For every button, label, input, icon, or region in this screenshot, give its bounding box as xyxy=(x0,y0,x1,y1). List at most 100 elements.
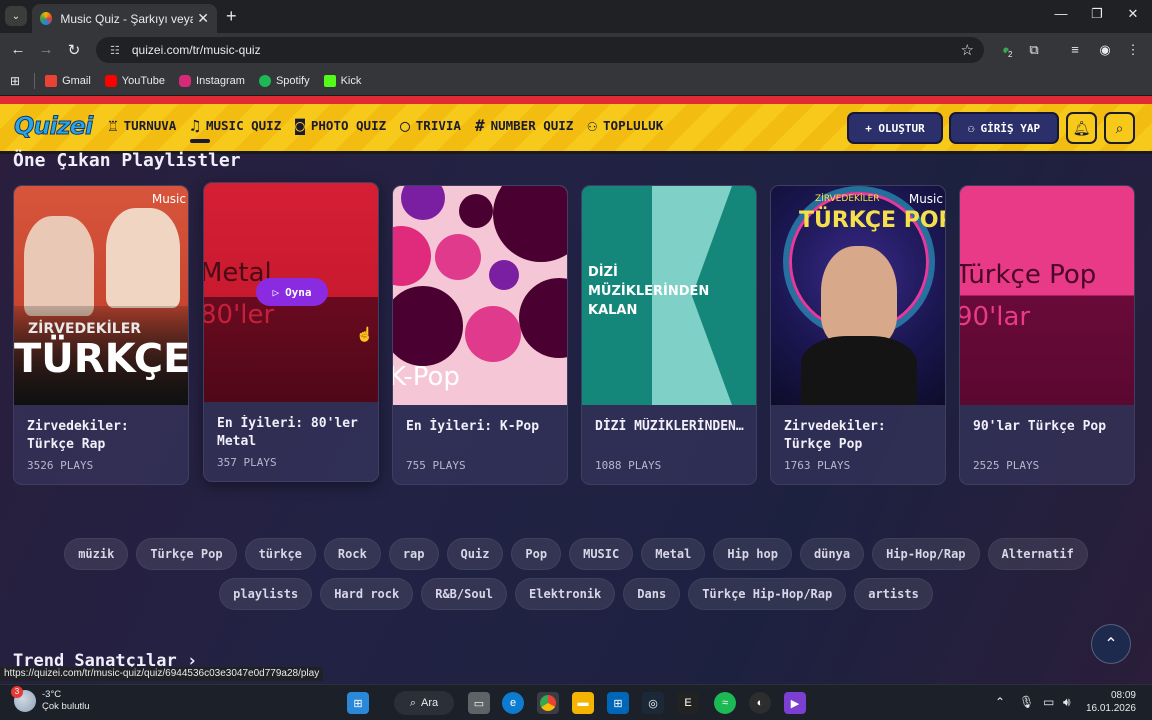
nav-turnuva[interactable]: ♖ TURNUVA xyxy=(108,116,176,135)
extensions-puzzle-icon[interactable]: ⧉ xyxy=(1025,42,1043,58)
app-icon[interactable]: ◐ xyxy=(749,692,771,714)
playlist-card[interactable]: Music ZİRVEDEKİLER TÜRKÇE POP Zirvedekil… xyxy=(770,185,946,485)
play-icon: ▷ xyxy=(272,285,280,299)
login-button[interactable]: ⚇ GİRİŞ YAP xyxy=(949,112,1059,144)
network-icon[interactable]: ▭ xyxy=(1043,695,1054,709)
extension-icon[interactable]: ● 2 xyxy=(997,42,1015,59)
url-text: quizei.com/tr/music-quiz xyxy=(131,43,261,57)
browser-toolbar: ← → ↻ ☷ quizei.com/tr/music-quiz ☆ ● 2 ⧉ … xyxy=(0,33,1152,67)
bookmark-label: Gmail xyxy=(62,75,91,87)
volume-icon[interactable]: 🔊︎ xyxy=(1063,695,1071,710)
tag-chip[interactable]: Türkçe Hip-Hop/Rap xyxy=(688,578,847,610)
playlist-card[interactable]: Türkçe Pop 90'lar 90'lar Türkçe Pop 2525… xyxy=(959,185,1135,485)
quizei-logo[interactable]: Quizei xyxy=(13,112,93,141)
browser-tab[interactable]: Music Quiz - Şarkıyı veya sanat ✕ xyxy=(32,4,217,33)
card-title: En İyileri: K-Pop xyxy=(406,419,540,434)
tag-chip[interactable]: Metal xyxy=(641,538,706,570)
tag-chip[interactable]: artists xyxy=(854,578,933,610)
epic-games-icon[interactable]: E xyxy=(677,692,699,714)
tag-chip[interactable]: playlists xyxy=(219,578,313,610)
nav-photo-quiz[interactable]: ◙ PHOTO QUIZ xyxy=(295,116,386,135)
video-editor-icon[interactable]: ▶ xyxy=(784,692,806,714)
spotify-icon[interactable]: ≈ xyxy=(714,692,736,714)
store-icon[interactable]: ⊞ xyxy=(607,692,629,714)
nav-trivia[interactable]: ◯ TRIVIA xyxy=(400,116,461,135)
minimize-button[interactable]: — xyxy=(1046,6,1076,21)
nav-topluluk[interactable]: ⚇ TOPLULUK xyxy=(587,116,663,135)
edge-icon[interactable]: e xyxy=(502,692,524,714)
bookmark-star-icon[interactable]: ☆ xyxy=(961,41,974,59)
artist-photo xyxy=(24,216,94,316)
tag-chip[interactable]: türkçe xyxy=(244,538,316,570)
card-plays: 2525 PLAYS xyxy=(973,459,1040,472)
bookmark-instagram[interactable]: Instagram xyxy=(179,75,245,87)
task-view-icon[interactable]: ▭ xyxy=(468,692,490,714)
tag-chip[interactable]: Hip hop xyxy=(713,538,792,570)
tag-chip[interactable]: Elektronik xyxy=(515,578,616,610)
tag-chip[interactable]: Hard rock xyxy=(320,578,414,610)
windows-start-icon[interactable]: ⊞ xyxy=(347,692,369,714)
taskbar-search[interactable]: ⌕ Ara xyxy=(394,691,454,715)
nav-music-quiz[interactable]: ♫ MUSIC QUIZ xyxy=(190,116,281,143)
back-button[interactable]: ← xyxy=(8,41,28,58)
file-explorer-icon[interactable]: ▬ xyxy=(572,692,594,714)
gmail-icon xyxy=(45,75,58,87)
tag-chip[interactable]: Türkçe Pop xyxy=(136,538,237,570)
cover-circle xyxy=(393,286,463,366)
close-window-button[interactable]: ✕ xyxy=(1118,6,1148,22)
microphone-icon[interactable]: 🎙︎ xyxy=(1019,695,1034,709)
tag-chip[interactable]: R&B/Soul xyxy=(421,578,508,610)
create-button[interactable]: + OLUŞTUR xyxy=(847,112,943,144)
site-info-icon[interactable]: ☷ xyxy=(110,44,120,57)
weather-widget[interactable]: 3 -3°C Çok bulutlu xyxy=(11,686,90,713)
forward-button[interactable]: → xyxy=(36,41,56,58)
tray-chevron-icon[interactable]: ⌃ xyxy=(995,695,1005,709)
tag-chip[interactable]: Pop xyxy=(511,538,562,570)
search-icon[interactable]: ⌕ xyxy=(1104,112,1135,144)
address-bar[interactable]: ☷ quizei.com/tr/music-quiz ☆ xyxy=(96,37,984,63)
chrome-icon[interactable] xyxy=(537,692,559,714)
play-button[interactable]: ▷ Oyna xyxy=(256,278,328,306)
tag-chip[interactable]: rap xyxy=(388,538,439,570)
bookmark-gmail[interactable]: Gmail xyxy=(45,75,91,87)
tag-chip[interactable]: MUSIC xyxy=(569,538,634,570)
bookmark-spotify[interactable]: Spotify xyxy=(258,75,310,87)
bookmark-youtube[interactable]: YouTube xyxy=(104,75,165,87)
tag-chip[interactable]: dünya xyxy=(799,538,865,570)
clock-date: 16.01.2026 xyxy=(1085,703,1136,714)
reload-button[interactable]: ↻ xyxy=(64,41,84,59)
tab-search-button[interactable]: ⌄ xyxy=(5,6,27,26)
playlist-card[interactable]: DİZİ MÜZİKLERİNDEN KALAN DİZİ MÜZİKLERİN… xyxy=(581,185,757,485)
media-control-icon[interactable]: ≡ xyxy=(1066,42,1084,57)
browser-menu-icon[interactable]: ⋮ xyxy=(1124,42,1142,58)
restore-button[interactable]: ❐ xyxy=(1082,6,1112,22)
playlist-cover: DİZİ MÜZİKLERİNDEN KALAN xyxy=(582,186,756,405)
apple-music-logo: Music xyxy=(908,192,943,206)
tag-chip[interactable]: Dans xyxy=(623,578,681,610)
steam-icon[interactable]: ◎ xyxy=(642,692,664,714)
profile-avatar-icon[interactable]: ◉ xyxy=(1096,42,1114,58)
card-title: Zirvedekiler: Türkçe Pop xyxy=(784,419,886,452)
tag-chip[interactable]: Hip-Hop/Rap xyxy=(872,538,980,570)
bookmark-kick[interactable]: Kick xyxy=(323,75,361,87)
tag-chip[interactable]: müzik xyxy=(64,538,129,570)
clock[interactable]: 08:09 16.01.2026 xyxy=(1086,689,1136,715)
tab-close-icon[interactable]: ✕ xyxy=(197,10,209,27)
search-label: Ara xyxy=(421,697,439,709)
apps-grid-icon[interactable]: ⊞ xyxy=(10,74,20,88)
tag-chip[interactable]: Alternatif xyxy=(987,538,1088,570)
scroll-to-top-button[interactable]: ⌃ xyxy=(1091,624,1131,664)
playlist-cover: Metal 80'ler ▷ Oyna xyxy=(204,183,378,402)
tag-chip[interactable]: Quiz xyxy=(446,538,504,570)
notifications-bell-icon[interactable]: 🔔︎ xyxy=(1066,112,1097,144)
nav-number-quiz[interactable]: # NUMBER QUIZ xyxy=(475,116,573,135)
tag-chip[interactable]: Rock xyxy=(323,538,381,570)
playlist-card[interactable]: Metal 80'ler ▷ Oyna En İyileri: 80'ler Me… xyxy=(203,182,379,482)
login-label: GİRİŞ YAP xyxy=(980,121,1041,135)
new-tab-button[interactable]: + xyxy=(226,6,237,27)
trophy-icon: ♖ xyxy=(108,116,118,135)
playlist-card[interactable]: Music ZİRVEDEKİLER TÜRKÇE RAP Zirvedekil… xyxy=(13,185,189,485)
play-label: Oyna xyxy=(285,285,312,299)
mouse-cursor-icon: ☝ xyxy=(356,326,374,342)
playlist-card[interactable]: K-Pop En İyileri: K-Pop 755 PLAYS xyxy=(392,185,568,485)
